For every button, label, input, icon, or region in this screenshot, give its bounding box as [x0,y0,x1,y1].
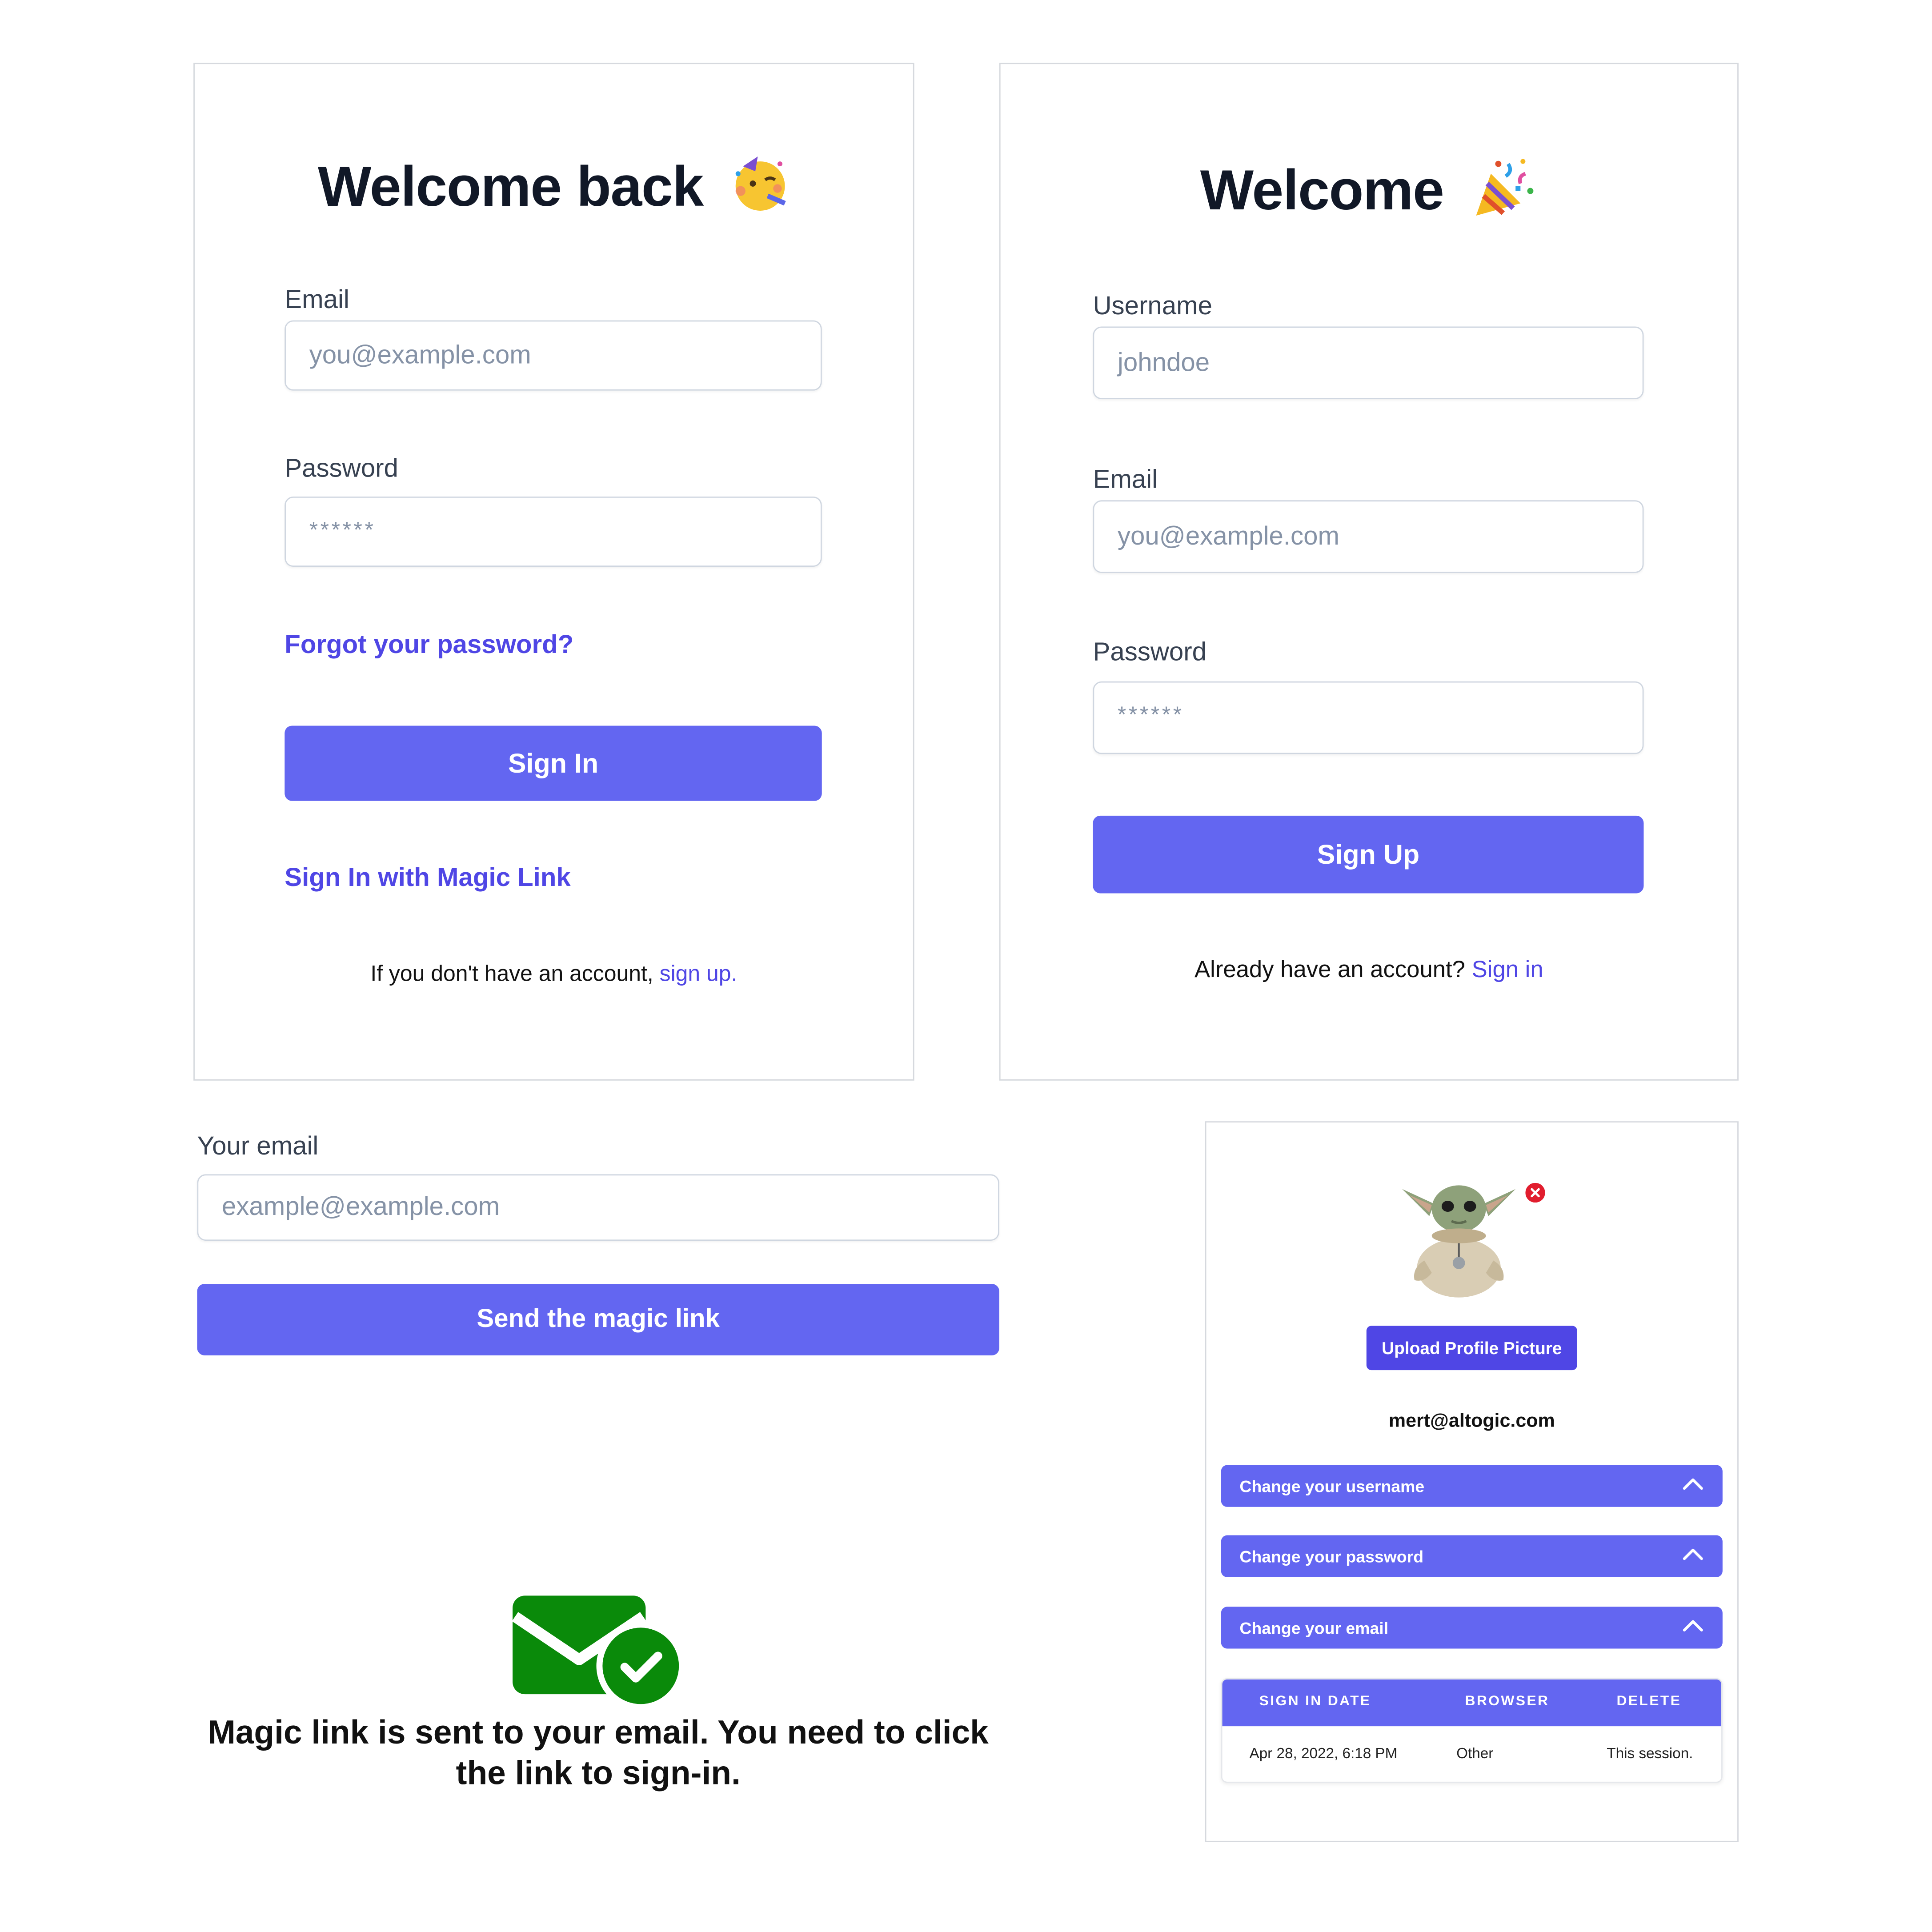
magic-email-label: Your email [197,1132,319,1161]
session-browser-cell: Other [1456,1744,1494,1762]
accordion-label: Change your password [1239,1547,1424,1566]
chevron-up-icon [1682,1476,1704,1495]
signup-email-input[interactable]: you@example.com [1093,500,1644,573]
column-header-browser: BROWSER [1465,1694,1550,1709]
partying-face-icon [731,154,790,227]
confirmation-line-1: Magic link is sent to your email. You ne… [208,1714,989,1751]
signup-prompt-text: If you don't have an account, [370,961,653,986]
signin-title-text: Welcome back [318,154,704,218]
column-header-delete: DELETE [1616,1694,1682,1709]
accordion-label: Change your username [1239,1476,1425,1495]
signin-password-label: Password [285,454,398,483]
confirmation-message: Magic link is sent to your email. You ne… [197,1713,999,1794]
signin-email-label: Email [285,286,349,314]
signup-title: Welcome [999,156,1739,232]
upload-profile-picture-button[interactable]: Upload Profile Picture [1366,1326,1577,1371]
chevron-up-icon [1682,1546,1704,1565]
signup-password-label: Password [1093,638,1207,667]
signup-button[interactable]: Sign Up [1093,815,1644,894]
page: Welcome back Email you@example.com Passw… [0,0,1932,1932]
signup-link[interactable]: sign up. [660,961,738,986]
signin-link[interactable]: Sign in [1472,958,1543,983]
signin-password-input[interactable]: ****** [285,496,822,567]
signup-email-label: Email [1093,465,1158,494]
magic-link-signin-link[interactable]: Sign In with Magic Link [285,864,571,894]
signup-title-text: Welcome [1200,157,1444,222]
magic-email-input[interactable]: example@example.com [197,1174,999,1241]
confirmation-line-2: the link to sign-in. [456,1754,741,1792]
session-date-cell: Apr 28, 2022, 6:18 PM [1249,1744,1398,1762]
signin-prompt-text: Already have an account? [1194,957,1465,983]
accordion-change-username[interactable]: Change your username [1221,1465,1723,1507]
remove-avatar-icon[interactable] [1525,1182,1545,1203]
session-delete-cell[interactable]: This session. [1607,1745,1693,1762]
party-popper-icon [1471,157,1538,232]
send-magic-link-button[interactable]: Send the magic link [197,1284,999,1355]
accordion-label: Change your email [1239,1618,1389,1637]
signin-prompt: Already have an account? Sign in [999,958,1739,985]
signup-username-label: Username [1093,292,1213,321]
chevron-up-icon [1682,1618,1704,1636]
avatar [1397,1172,1520,1300]
signin-email-input[interactable]: you@example.com [285,320,822,391]
accordion-change-email[interactable]: Change your email [1221,1607,1723,1649]
signup-password-input[interactable]: ****** [1093,681,1644,754]
signin-button[interactable]: Sign In [285,726,822,801]
signin-title: Welcome back [193,153,914,227]
signup-prompt: If you don't have an account, sign up. [193,961,914,987]
column-header-sign-in-date: SIGN IN DATE [1259,1694,1371,1709]
forgot-password-link[interactable]: Forgot your password? [285,631,573,661]
mail-check-icon [510,1592,685,1711]
signup-username-input[interactable]: johndoe [1093,326,1644,400]
profile-email: mert@altogic.com [1388,1411,1555,1432]
accordion-change-password[interactable]: Change your password [1221,1535,1723,1577]
